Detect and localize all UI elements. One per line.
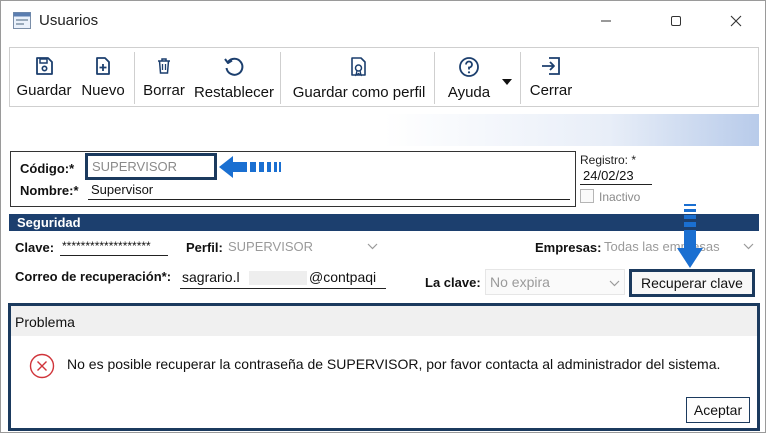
cerrar-button[interactable]: Cerrar bbox=[524, 48, 578, 106]
exit-icon bbox=[542, 57, 560, 75]
nombre-label: Nombre:* bbox=[20, 183, 79, 198]
nombre-value: Supervisor bbox=[91, 182, 154, 197]
save-profile-icon bbox=[351, 57, 366, 77]
nombre-field[interactable]: Supervisor bbox=[88, 182, 570, 200]
problem-title: Problema bbox=[15, 314, 75, 330]
usuarios-window: Usuarios Guardar Nuevo Borrar Restablece… bbox=[0, 0, 766, 433]
empresas-label: Empresas: bbox=[535, 240, 602, 255]
recuperar-clave-button[interactable]: Recuperar clave bbox=[629, 269, 755, 297]
trash-icon bbox=[158, 58, 170, 74]
ayuda-button[interactable]: Ayuda bbox=[442, 48, 496, 106]
title-bar: Usuarios bbox=[1, 1, 765, 41]
new-file-icon bbox=[96, 57, 110, 75]
guardar-label: Guardar bbox=[16, 82, 72, 99]
la-clave-value: No expira bbox=[490, 274, 550, 290]
registro-field[interactable]: 24/02/23 bbox=[580, 167, 652, 185]
aceptar-button[interactable]: Aceptar bbox=[686, 397, 750, 423]
codigo-field[interactable]: SUPERVISOR bbox=[85, 153, 217, 180]
correo-user-value: sagrario.l bbox=[182, 269, 240, 285]
toolbar-divider bbox=[134, 52, 135, 104]
guardar-como-perfil-button[interactable]: Guardar como perfil bbox=[288, 48, 430, 106]
caret-down-icon bbox=[502, 79, 512, 85]
ayuda-dropdown-button[interactable] bbox=[502, 72, 514, 85]
minimize-icon bbox=[601, 20, 611, 22]
correo-field[interactable]: sagrario.l @contpaqi bbox=[180, 267, 386, 289]
error-icon bbox=[29, 353, 55, 379]
ayuda-label: Ayuda bbox=[447, 84, 491, 101]
chevron-down-icon bbox=[367, 243, 378, 250]
maximize-button[interactable] bbox=[653, 1, 699, 41]
clave-field[interactable]: ******************* bbox=[60, 238, 168, 256]
seguridad-header: Seguridad bbox=[9, 214, 759, 231]
problem-body: No es posible recuperar la contraseña de… bbox=[11, 336, 757, 428]
close-window-button[interactable] bbox=[713, 1, 759, 41]
correo-domain-value: @contpaqi bbox=[309, 269, 377, 285]
restablecer-button[interactable]: Restablecer bbox=[192, 48, 276, 106]
perfil-select[interactable]: SUPERVISOR bbox=[225, 235, 383, 257]
correo-label: Correo de recuperación*: bbox=[15, 269, 172, 284]
inactivo-label: Inactivo bbox=[599, 190, 641, 204]
guardar-button[interactable]: Guardar bbox=[14, 48, 74, 106]
la-clave-label: La clave: bbox=[425, 275, 481, 290]
restablecer-label: Restablecer bbox=[193, 84, 275, 101]
arrow-left-icon bbox=[219, 156, 281, 178]
toolbar-divider bbox=[434, 52, 435, 104]
nuevo-button[interactable]: Nuevo bbox=[76, 48, 130, 106]
registro-label: Registro: * bbox=[580, 153, 637, 167]
toolbar: Guardar Nuevo Borrar Restablecer Guardar… bbox=[9, 47, 759, 107]
window-title: Usuarios bbox=[39, 12, 99, 29]
perfil-value: SUPERVISOR bbox=[228, 239, 314, 254]
toolbar-divider bbox=[280, 52, 281, 104]
registro-value: 24/02/23 bbox=[583, 168, 634, 183]
codigo-label: Código:* bbox=[20, 161, 75, 176]
clave-value: ******************* bbox=[62, 239, 151, 253]
reset-icon bbox=[224, 57, 244, 76]
problem-panel: Problema No es posible recuperar la cont… bbox=[8, 303, 760, 431]
maximize-icon bbox=[671, 16, 681, 26]
app-icon bbox=[13, 12, 31, 29]
save-icon bbox=[36, 57, 53, 75]
toolbar-divider bbox=[520, 52, 521, 104]
minimize-button[interactable] bbox=[583, 1, 629, 41]
inactivo-checkbox[interactable] bbox=[580, 189, 594, 203]
nuevo-label: Nuevo bbox=[81, 82, 125, 99]
codigo-value: SUPERVISOR bbox=[92, 159, 178, 174]
error-message: No es posible recuperar la contraseña de… bbox=[67, 356, 721, 372]
la-clave-select[interactable]: No expira bbox=[485, 269, 625, 295]
borrar-label: Borrar bbox=[143, 82, 185, 99]
perfil-label: Perfil: bbox=[186, 240, 223, 255]
arrow-down-icon bbox=[677, 204, 703, 268]
cerrar-label: Cerrar bbox=[529, 82, 573, 99]
redacted-email-area bbox=[249, 271, 307, 285]
chevron-down-icon bbox=[743, 243, 754, 250]
guardar-como-perfil-label: Guardar como perfil bbox=[292, 84, 426, 101]
identity-panel: Código:* SUPERVISOR Nombre:* Supervisor bbox=[10, 151, 576, 207]
help-icon bbox=[459, 57, 479, 77]
header-band bbox=[9, 114, 759, 146]
close-icon bbox=[730, 15, 742, 27]
chevron-down-icon bbox=[609, 280, 620, 287]
clave-label: Clave: bbox=[15, 240, 55, 255]
borrar-button[interactable]: Borrar bbox=[138, 48, 190, 106]
